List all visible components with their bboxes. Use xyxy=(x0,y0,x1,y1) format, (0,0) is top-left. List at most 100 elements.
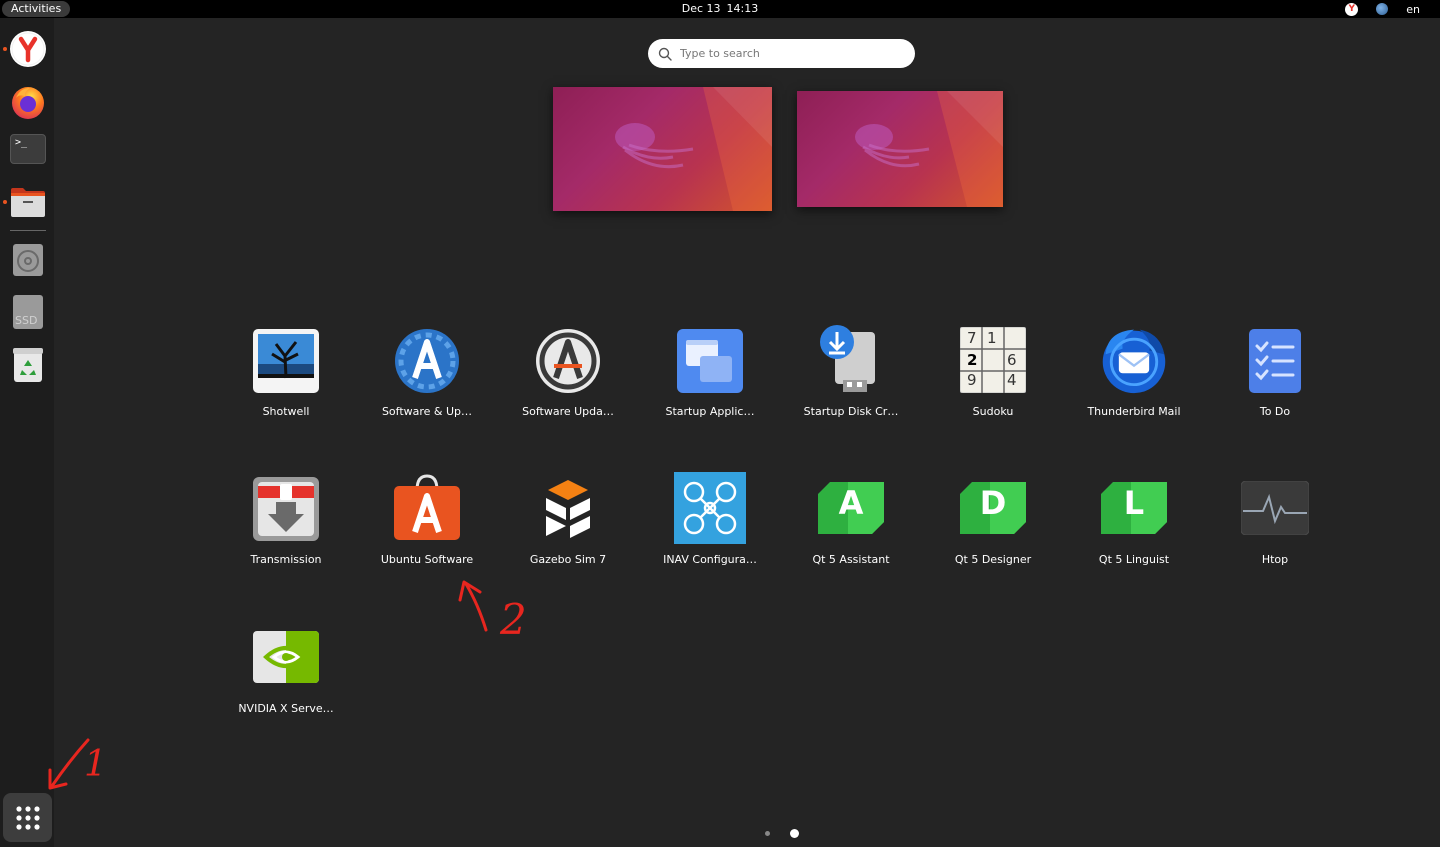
running-indicator xyxy=(3,200,7,204)
annotation-label-2: 2 xyxy=(499,595,527,644)
dock-item-files[interactable] xyxy=(8,182,48,222)
folder-icon xyxy=(11,188,45,217)
dock-item-ssd-drive[interactable]: SSD xyxy=(8,292,48,332)
app-software-updater[interactable]: Software Upda… xyxy=(503,324,633,424)
app-htop[interactable]: Htop xyxy=(1210,472,1340,572)
app-qt-designer[interactable]: D Qt 5 Designer xyxy=(928,472,1058,572)
firefox-icon xyxy=(12,87,44,119)
app-startup-applications[interactable]: Startup Applic… xyxy=(645,324,775,424)
clock-time: 14:13 xyxy=(726,2,759,15)
app-label: Software & Up… xyxy=(381,405,473,418)
annotation-arrow-1 xyxy=(50,738,90,788)
app-label: Sudoku xyxy=(972,405,1014,418)
app-label: Qt 5 Assistant xyxy=(812,553,890,566)
sudoku-digit: 2 xyxy=(967,351,978,369)
ubuntu-software-icon xyxy=(391,472,463,544)
workspace-thumbnail-1[interactable] xyxy=(553,87,772,211)
search-box[interactable] xyxy=(648,39,915,68)
startup-applications-icon xyxy=(674,324,746,396)
app-label: Thunderbird Mail xyxy=(1087,405,1181,418)
transmission-icon xyxy=(250,472,322,544)
qt-letter: D xyxy=(979,484,1007,522)
app-label: Startup Applic… xyxy=(665,405,755,418)
app-label: Startup Disk Cr… xyxy=(803,405,899,418)
qt-letter: L xyxy=(1123,484,1145,522)
ssd-icon: SSD xyxy=(13,295,43,329)
jellyfish-wallpaper-icon xyxy=(855,91,1003,207)
startup-disk-creator-icon xyxy=(815,324,887,396)
inav-icon xyxy=(674,472,746,544)
qt-linguist-icon: L xyxy=(1098,472,1170,544)
app-sudoku[interactable]: 7 1 2 6 9 4 Sudoku xyxy=(928,324,1058,424)
app-qt-assistant[interactable]: A Qt 5 Assistant xyxy=(786,472,916,572)
app-label: Qt 5 Linguist xyxy=(1098,553,1170,566)
app-nvidia-settings[interactable]: NVIDIA X Serve… xyxy=(221,621,351,721)
dock-item-trash[interactable] xyxy=(8,345,48,385)
sudoku-digit: 6 xyxy=(1007,351,1017,369)
app-label: INAV Configura… xyxy=(663,553,757,566)
app-grid-icon xyxy=(15,805,40,830)
htop-icon xyxy=(1239,472,1311,544)
software-properties-icon xyxy=(391,324,463,396)
yandex-tray-icon[interactable]: Y xyxy=(1345,2,1359,16)
clock[interactable]: Dec 13 14:13 xyxy=(0,2,1440,15)
app-qt-linguist[interactable]: L Qt 5 Linguist xyxy=(1069,472,1199,572)
dock-item-optical-drive[interactable] xyxy=(8,240,48,280)
shotwell-icon xyxy=(250,324,322,396)
sudoku-digit: 9 xyxy=(967,371,977,389)
show-applications-button[interactable] xyxy=(3,793,52,842)
terminal-icon: >_ xyxy=(10,134,46,164)
app-todo[interactable]: To Do xyxy=(1210,324,1340,424)
annotation-arrowhead-2 xyxy=(458,580,482,602)
dock-separator xyxy=(10,230,46,231)
sudoku-icon: 7 1 2 6 9 4 xyxy=(957,324,1029,396)
jellyfish-wallpaper-icon xyxy=(615,87,772,211)
search-icon xyxy=(658,47,672,61)
sudoku-digit: 1 xyxy=(987,329,997,347)
app-thunderbird[interactable]: Thunderbird Mail xyxy=(1069,324,1199,424)
yandex-icon xyxy=(10,31,46,67)
app-startup-disk-creator[interactable]: Startup Disk Cr… xyxy=(786,324,916,424)
annotation-label-1: 1 xyxy=(84,744,107,785)
app-shotwell[interactable]: Shotwell xyxy=(221,324,351,424)
qt-designer-icon: D xyxy=(957,472,1029,544)
sudoku-digit: 7 xyxy=(967,329,977,347)
app-label: Transmission xyxy=(250,553,322,566)
nvidia-icon xyxy=(250,621,322,693)
app-ubuntu-software[interactable]: Ubuntu Software xyxy=(362,472,492,572)
dock-item-terminal[interactable]: >_ xyxy=(8,129,48,169)
workspace-thumbnail-2[interactable] xyxy=(797,91,1003,207)
clock-date: Dec 13 xyxy=(681,2,721,15)
app-label: Ubuntu Software xyxy=(380,553,474,566)
todo-icon xyxy=(1239,324,1311,396)
search-input[interactable] xyxy=(680,47,900,60)
app-gazebo[interactable]: Gazebo Sim 7 xyxy=(503,472,633,572)
app-label: To Do xyxy=(1259,405,1291,418)
language-indicator[interactable]: en xyxy=(1406,3,1420,16)
app-software-properties[interactable]: Software & Up… xyxy=(362,324,492,424)
app-label: Qt 5 Designer xyxy=(954,553,1032,566)
app-label: NVIDIA X Serve… xyxy=(238,702,334,715)
disc-icon xyxy=(13,244,43,276)
app-label: Shotwell xyxy=(262,405,310,418)
gazebo-icon xyxy=(532,472,604,544)
annotation-arrow-2 xyxy=(464,582,488,632)
page-indicator-2[interactable] xyxy=(790,829,799,838)
software-updater-icon xyxy=(532,324,604,396)
app-label: Software Upda… xyxy=(522,405,614,418)
app-inav-configurator[interactable]: INAV Configura… xyxy=(645,472,775,572)
page-indicator-1[interactable] xyxy=(765,831,770,836)
system-tray: Y en xyxy=(1345,1,1420,17)
dock: >_ SSD xyxy=(0,18,54,847)
network-icon[interactable] xyxy=(1376,3,1389,15)
app-label: Htop xyxy=(1261,553,1289,566)
thunderbird-icon xyxy=(1098,324,1170,396)
dock-item-yandex-browser[interactable] xyxy=(8,29,48,69)
ssd-label: SSD xyxy=(15,314,38,327)
dock-item-firefox[interactable] xyxy=(8,82,48,122)
qt-letter: A xyxy=(838,484,864,522)
sudoku-digit: 4 xyxy=(1007,371,1017,389)
qt-assistant-icon: A xyxy=(815,472,887,544)
app-label: Gazebo Sim 7 xyxy=(529,553,607,566)
app-transmission[interactable]: Transmission xyxy=(221,472,351,572)
